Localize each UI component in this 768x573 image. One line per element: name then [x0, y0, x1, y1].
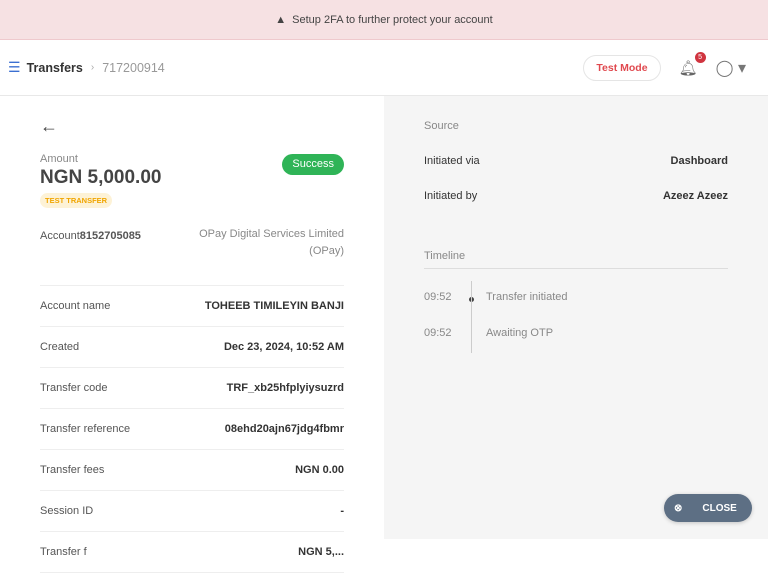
detail-label: Account8152705085 [40, 230, 141, 242]
detail-label: Transfer reference [40, 423, 131, 435]
warning-icon: ▲ [275, 13, 287, 26]
detail-value: TRF_xb25hfplyiysuzrd [226, 382, 344, 394]
bell-icon[interactable]: 🔔︎ 5 [679, 51, 706, 77]
timeline-item: 09:52 Awaiting OTP [424, 327, 554, 339]
detail-row: Transfer fees NGN 0.00 [40, 450, 344, 491]
detail-row: Transfer f NGN 5,... [40, 532, 344, 573]
detail-label: Transfer f [40, 546, 87, 558]
detail-row: Session ID - [40, 491, 344, 532]
detail-value: Dec 23, 2024, 10:52 AM [223, 341, 344, 353]
detail-row: Account8152705085 OPay Digital Services L… [40, 208, 344, 286]
timeline-title: Timeline [424, 250, 728, 269]
detail-label: Transfer code [40, 382, 108, 394]
breadcrumb-id: 717200914 [102, 60, 165, 75]
test-transfer-badge: TEST TRANSFER [40, 193, 113, 208]
detail-label: Transfer fees [40, 464, 105, 476]
close-circle-icon: ⊗ [674, 502, 683, 514]
close-button[interactable]: ⊗ CLOSE [664, 494, 752, 522]
detail-value: OPay Digital Services Limited (OPay) [199, 228, 344, 257]
timeline-item: 09:52 Transfer initiated [424, 291, 568, 303]
2fa-banner[interactable]: ▲ Setup 2FA to further protect your accou… [0, 0, 768, 40]
timeline: 09:52 Transfer initiated 09:52 Awaiting OT… [424, 281, 728, 353]
notification-badge: 5 [694, 51, 706, 63]
source-title: Source [424, 120, 459, 132]
amount-label: Amount [40, 153, 78, 165]
amount-value: NGN 5,000.00 [40, 167, 162, 188]
initiated-by-label: Initiated by [424, 190, 478, 202]
detail-row: Account name TOHEEB TIMILEYIN BANJI [40, 286, 344, 327]
detail-row: Created Dec 23, 2024, 10:52 AM [40, 327, 344, 368]
detail-row: Transfer code TRF_xb25hfplyiysuzrd [40, 368, 344, 409]
detail-row: Transfer reference 08ehd20ajn67jdg4fbmr [40, 409, 344, 450]
menu-icon[interactable]: ☰ [8, 59, 21, 76]
detail-value: - [340, 505, 344, 517]
detail-label: Account name [40, 300, 111, 312]
detail-value: 08ehd20ajn67jdg4fbmr [224, 423, 344, 435]
initiated-via-value: Dashboard [670, 155, 728, 167]
detail-value: NGN 0.00 [295, 464, 344, 476]
back-arrow-icon[interactable]: ← [40, 116, 344, 137]
detail-label: Created [40, 341, 80, 353]
test-mode-button[interactable]: Test Mode [583, 54, 661, 81]
breadcrumb-transfers[interactable]: Transfers [27, 61, 83, 75]
initiated-by-value: Azeez Azeez [662, 190, 728, 202]
detail-value: NGN 5,... [298, 546, 344, 558]
header: ☰ Transfers › 717200914 Test Mode 🔔︎ 5 ◯ … [0, 40, 768, 96]
user-menu-icon[interactable]: ◯ ▾ [716, 58, 746, 78]
detail-value: TOHEEB TIMILEYIN BANJI [204, 300, 344, 312]
transfer-details: ← Amount NGN 5,000.00 TEST TRANSFER Succ… [0, 96, 384, 573]
chevron-right-icon: › [90, 62, 95, 73]
detail-label: Session ID [40, 505, 94, 517]
status-badge: Success [282, 154, 344, 175]
initiated-via-label: Initiated via [424, 155, 480, 167]
